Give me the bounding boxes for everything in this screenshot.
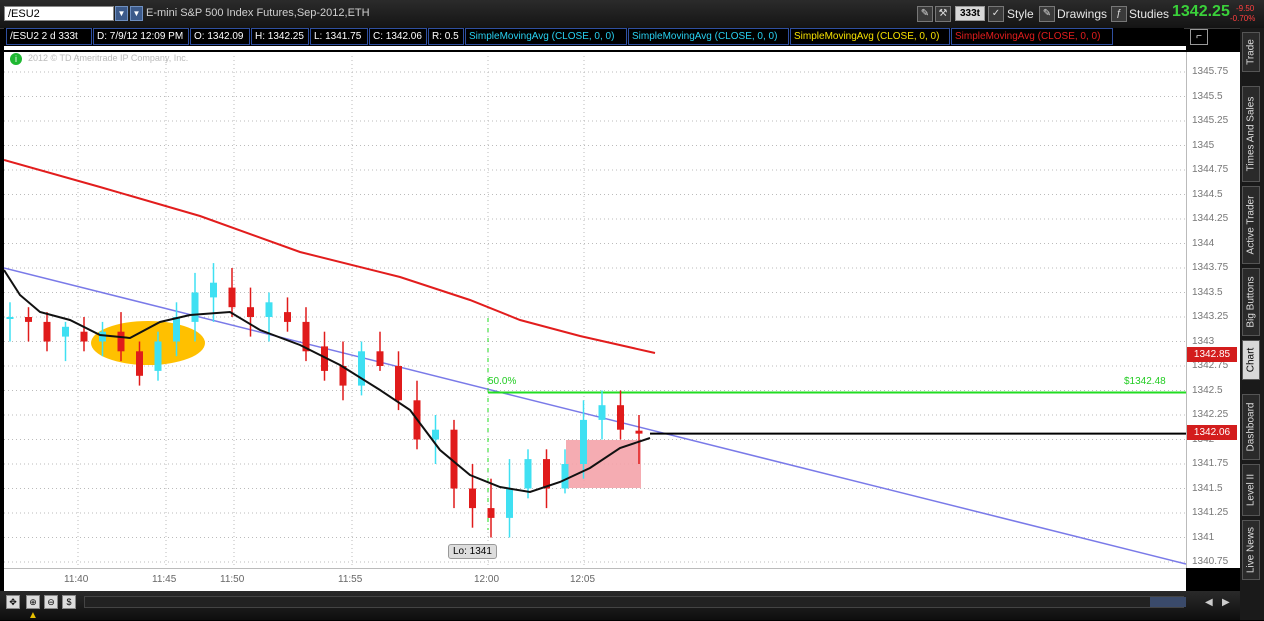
last-price-label: 1342.06 [1187,425,1237,440]
price-tick-label: 1340.75 [1192,556,1229,567]
time-tick-label: 11:40 [64,574,89,585]
price-tick-label: 1345 [1192,139,1215,151]
price-tick-label: 1344 [1192,237,1215,249]
price-tick-label: 1342.5 [1192,384,1223,396]
price-tick-label: 1344.5 [1192,188,1223,200]
price-tick-label: 1343.75 [1192,262,1229,273]
time-tick-label: 12:05 [570,574,596,585]
candle-body [25,317,32,322]
side-tab-big-buttons[interactable]: Big Buttons [1242,268,1260,336]
candle-body [62,326,69,337]
candle-body [210,282,217,298]
low-price-bubble: Lo: 1341 [448,544,497,559]
candle-body [80,331,88,342]
time-tick-label: 11:55 [338,574,363,585]
candle-body [598,405,606,420]
fib-level-label: 50.0% [488,376,517,387]
zoom-out-icon[interactable]: ⊖ [44,595,58,609]
candle-body [43,321,51,342]
pan-icon[interactable]: ✥ [6,595,20,609]
price-tick-label: 1341.75 [1192,458,1229,469]
candle-body [6,317,14,319]
dollar-icon[interactable]: $ [62,595,76,609]
side-tab-trade[interactable]: Trade [1242,32,1260,72]
sma-fast-line [4,269,651,494]
side-tab-live-news[interactable]: Live News [1242,520,1260,580]
candle-body [154,341,162,371]
side-tab-label: Chart [1245,347,1257,373]
side-tab-label: Active Trader [1245,195,1257,255]
sma-slow-line [4,159,656,354]
candle-body [561,464,569,489]
candle-body [432,429,439,440]
expand-up-icon[interactable]: ▲ [28,610,38,621]
candle-body [395,366,402,401]
side-tab-active-trader[interactable]: Active Trader [1242,186,1260,264]
price-tick-label: 1342.25 [1192,409,1229,420]
time-tick-label: 11:50 [220,574,245,585]
price-tick-label: 1345.5 [1192,90,1223,102]
candle-body [376,351,384,366]
side-tab-label: Times And Sales [1245,96,1257,172]
trendline [4,267,1186,565]
candle-body [617,405,624,430]
candle-body [265,302,273,317]
candle-body [487,508,495,518]
candle-body [136,351,143,376]
side-tab-label: Dashboard [1245,402,1257,452]
scrollbar-thumb[interactable] [1150,597,1186,607]
side-tab-times-and-sales[interactable]: Times And Sales [1242,86,1260,182]
price-tick-label: 1344.25 [1192,213,1229,224]
candle-body [228,287,236,308]
candlestick-chart [4,56,1186,568]
price-tick-label: 1343.25 [1192,311,1229,322]
candle-body [191,292,199,322]
candle-body [284,312,291,322]
price-tick-label: 1341.25 [1192,507,1229,518]
candle-body [99,331,106,342]
candle-body [524,459,532,489]
side-tab-label: Trade [1245,39,1257,65]
candle-body [173,317,180,342]
side-tab-chart[interactable]: Chart [1242,340,1260,380]
side-tab-label: Big Buttons [1245,276,1257,328]
zoom-in-icon[interactable]: ⊕ [26,595,40,609]
price-tick-label: 1341.5 [1192,482,1223,494]
price-tick-label: 1343.5 [1192,286,1223,298]
horizontal-scrollbar[interactable] [84,596,1184,608]
candle-body [506,488,513,518]
time-tick-label: 11:45 [152,574,177,585]
scroll-right-icon[interactable]: ▶ [1222,597,1230,608]
side-tab-label: Level II [1245,473,1257,507]
candle-body [247,307,254,317]
candle-body [580,419,587,464]
candle-body [543,459,550,489]
candle-body [469,488,476,509]
candle-body [117,331,125,352]
price-tick-label: 1345.25 [1192,115,1229,126]
price-tick-label: 1345.75 [1192,66,1229,77]
sma-price-label: 1342.85 [1187,347,1237,362]
side-tab-level-ii[interactable]: Level II [1242,464,1260,516]
price-tick-label: 1343 [1192,335,1215,347]
price-tick-label: 1341 [1192,531,1215,543]
highlight-rectangle [566,440,641,488]
time-tick-label: 12:00 [474,574,500,585]
price-level-label: $1342.48 [1124,376,1166,387]
price-tick-label: 1344.75 [1192,164,1229,175]
side-tab-dashboard[interactable]: Dashboard [1242,394,1260,460]
candle-body [635,430,643,434]
scroll-left-icon[interactable]: ◀ [1205,597,1213,608]
side-tab-label: Live News [1245,526,1257,574]
